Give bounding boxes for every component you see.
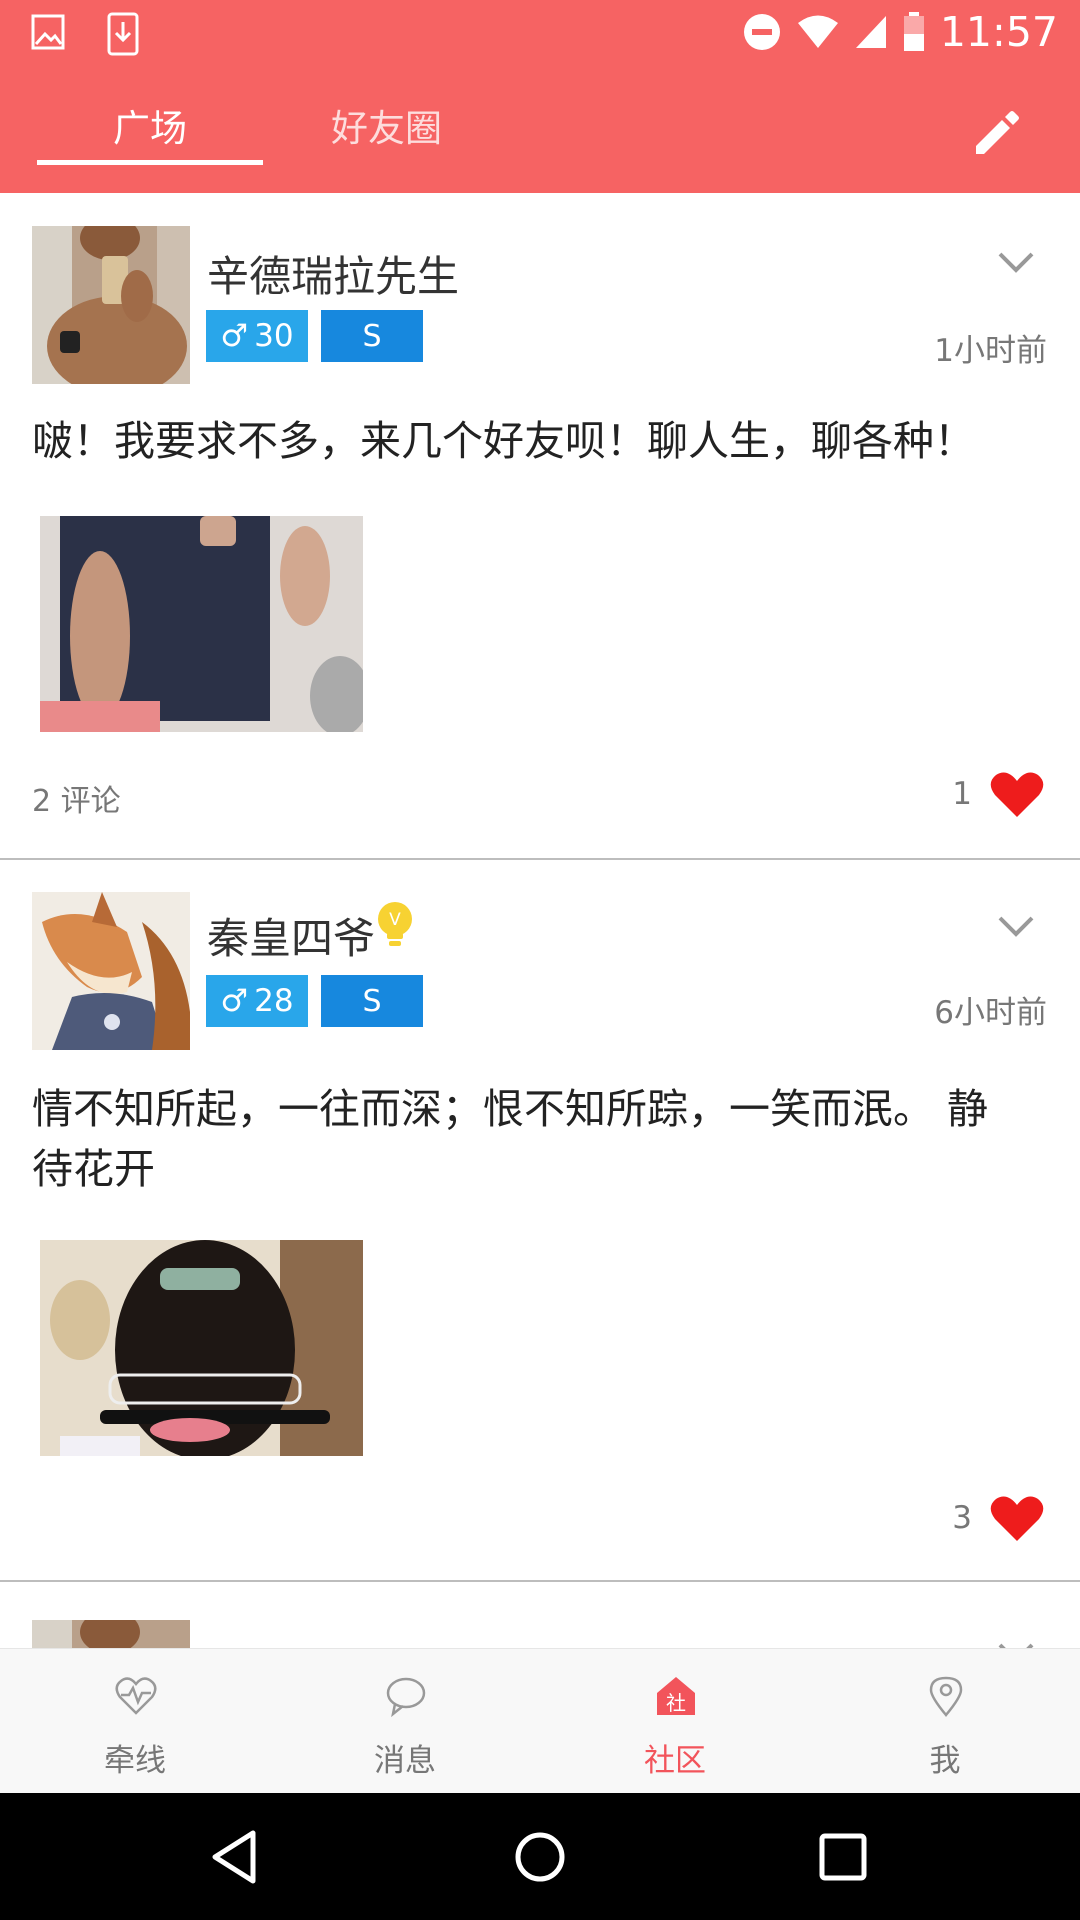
pencil-icon[interactable] <box>968 102 1028 162</box>
community-house-icon: 社 <box>657 1677 695 1715</box>
clock: 11:57 <box>939 8 1058 56</box>
vip-lightbulb-icon: V <box>378 902 412 946</box>
avatar[interactable] <box>32 226 190 384</box>
do-not-disturb-icon <box>743 14 780 50</box>
status-bar: 11:57 <box>0 0 1080 64</box>
chat-bubble-icon <box>386 1677 426 1717</box>
wifi-icon <box>797 15 838 48</box>
post-feed[interactable]: 辛德瑞拉先生 ♂ 30 S 1小时前 啵！我要求不多，来几个好友呗！聊人生，聊各… <box>0 193 1080 1648</box>
nav-item-community[interactable]: 社 社区 <box>540 1649 810 1794</box>
nav-item-messages[interactable]: 消息 <box>270 1649 540 1794</box>
male-icon: ♂ <box>220 318 249 354</box>
post-content: 情不知所起，一往而深；恨不知所踪，一笑而泯。 静待花开 <box>32 1085 989 1193</box>
svg-text:社: 社 <box>666 1691 686 1715</box>
like-count: 3 <box>952 1500 972 1536</box>
chevron-down-icon[interactable] <box>996 249 1036 275</box>
like-count: 1 <box>952 776 972 812</box>
heart-pulse-icon <box>115 1677 157 1715</box>
avatar[interactable] <box>32 892 190 1050</box>
feed-tabs: 广场 好友圈 <box>0 90 1080 190</box>
avatar[interactable] <box>32 1620 190 1648</box>
system-nav-bar <box>0 1793 1080 1920</box>
heart-icon[interactable] <box>990 1495 1044 1543</box>
post-divider <box>0 1580 1080 1582</box>
post-content: 啵！我要求不多，来几个好友呗！聊人生，聊各种！ <box>32 417 975 465</box>
age-badge: ♂ 30 <box>206 310 308 362</box>
age-value: 28 <box>254 983 294 1019</box>
username[interactable]: 辛德瑞拉先生 <box>207 243 459 304</box>
download-icon <box>107 12 139 56</box>
nav-label: 消息 <box>374 1743 436 1779</box>
recents-icon[interactable] <box>813 1827 873 1887</box>
comment-count[interactable]: 2 评论 <box>32 776 121 820</box>
location-pin-icon <box>929 1676 963 1717</box>
nav-label: 社区 <box>644 1743 706 1779</box>
post-photo[interactable] <box>40 1240 363 1456</box>
svg-text:V: V <box>389 910 401 930</box>
nav-label: 我 <box>929 1743 961 1779</box>
chevron-down-icon[interactable] <box>996 913 1036 939</box>
nav-label: 牵线 <box>104 1743 166 1779</box>
username[interactable]: 秦皇四爷 <box>207 905 375 966</box>
post-time: 1小时前 <box>934 333 1047 369</box>
username[interactable]: 辛德瑞拉先生 <box>207 1638 459 1648</box>
battery-icon <box>903 12 924 51</box>
chevron-down-icon[interactable] <box>996 1640 1036 1648</box>
home-icon[interactable] <box>510 1827 570 1887</box>
app-screen: 11:57 广场 好友圈 辛德瑞拉先生 ♂ 30 S 1小时前 啵！我要求不多，… <box>0 0 1080 1920</box>
nav-item-me[interactable]: 我 <box>810 1649 1080 1794</box>
role-badge: S <box>321 310 423 362</box>
role-badge: S <box>321 975 423 1027</box>
post-time: 6小时前 <box>934 995 1047 1031</box>
image-icon <box>31 14 65 50</box>
nav-item-match[interactable]: 牵线 <box>0 1649 270 1794</box>
tab-square[interactable]: 广场 <box>113 98 187 152</box>
tab-friends-circle[interactable]: 好友圈 <box>331 98 442 152</box>
app-header: 11:57 广场 好友圈 <box>0 0 1080 193</box>
heart-icon[interactable] <box>990 771 1044 819</box>
age-badge: ♂ 28 <box>206 975 308 1027</box>
active-tab-indicator <box>37 160 263 165</box>
post-photo[interactable] <box>40 516 363 732</box>
post-divider <box>0 858 1080 860</box>
cell-signal-icon <box>855 16 886 48</box>
back-icon[interactable] <box>205 1827 265 1887</box>
bottom-nav: 牵线 消息 社 社区 我 <box>0 1648 1080 1793</box>
male-icon: ♂ <box>220 983 249 1019</box>
age-value: 30 <box>254 318 294 354</box>
